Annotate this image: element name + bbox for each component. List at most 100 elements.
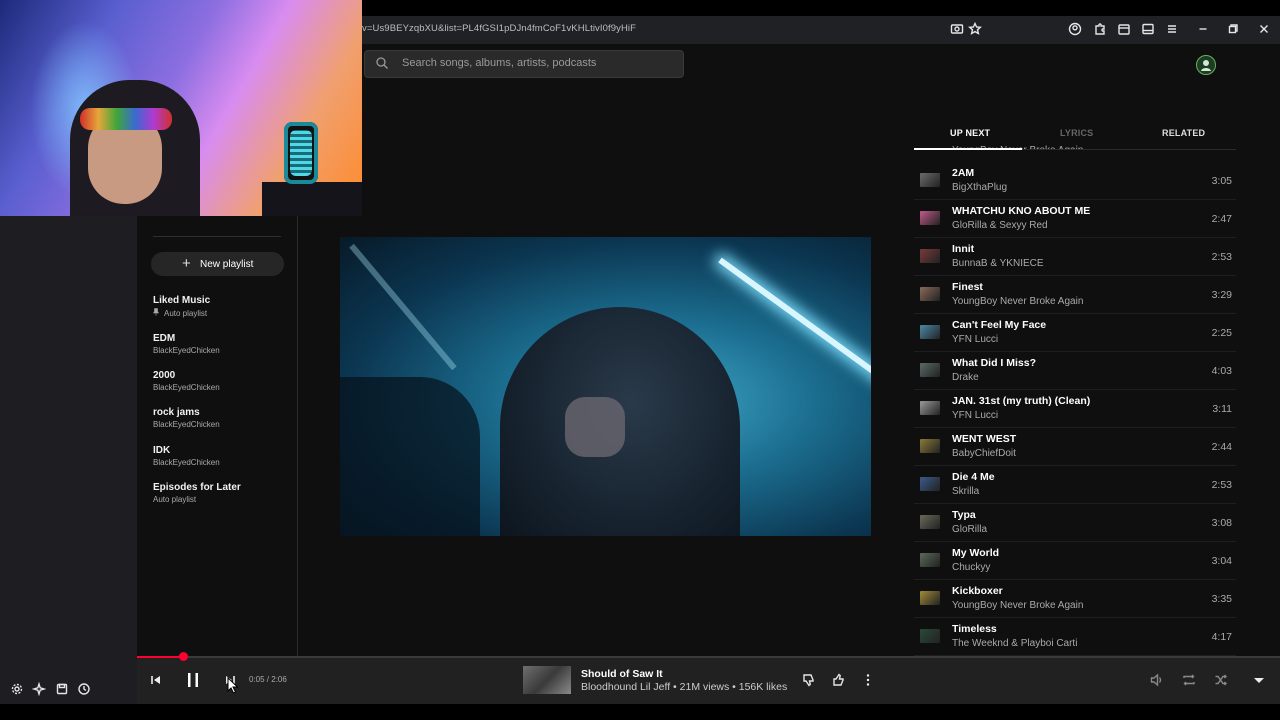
queue-item-title: Innit (952, 243, 975, 255)
queue-item-thumbnail[interactable] (920, 515, 940, 529)
queue-item-duration: 2:44 (1211, 441, 1232, 453)
player-bar (137, 656, 1280, 704)
queue-item-artist: Chuckyy (952, 562, 991, 573)
avatar[interactable] (1196, 55, 1216, 75)
tab-up-next[interactable]: UP NEXT (950, 128, 990, 138)
minimize-icon[interactable] (1196, 22, 1210, 36)
queue-item[interactable]: What Did I Miss? Drake 4:03 (914, 351, 1236, 390)
webcam-mic-grille (290, 130, 312, 176)
account-icon[interactable] (1068, 22, 1082, 36)
queue-item-thumbnail[interactable] (920, 325, 940, 339)
queue-item[interactable]: Finest YoungBoy Never Broke Again 3:29 (914, 275, 1236, 314)
now-playing-meta[interactable]: Bloodhound Lil Jeff • 21M views • 156K l… (581, 681, 787, 693)
queue-item-thumbnail[interactable] (920, 591, 940, 605)
extensions-icon[interactable] (1093, 22, 1107, 36)
playlist-rock-jams[interactable]: rock jams (153, 407, 200, 418)
queue-item[interactable]: Die 4 Me Skrilla 2:53 (914, 465, 1236, 504)
time-display: 0:05 / 2:06 (249, 675, 287, 684)
queue-item-title: 2AM (952, 167, 975, 179)
close-icon[interactable] (1257, 22, 1271, 36)
progress-fill (137, 656, 183, 658)
bookmark-star-icon[interactable] (968, 21, 982, 36)
queue-item-duration: 2:53 (1211, 251, 1232, 263)
downloads-icon[interactable] (1117, 22, 1131, 36)
sparkle-icon[interactable] (31, 681, 47, 701)
screenshot-icon[interactable] (950, 22, 964, 36)
restore-icon[interactable] (1226, 22, 1240, 36)
tab-lyrics[interactable]: LYRICS (1060, 128, 1093, 138)
plus-icon: + (182, 255, 191, 272)
queue-item[interactable]: Kickboxer YoungBoy Never Broke Again 3:35 (914, 579, 1236, 618)
search-icon[interactable] (375, 56, 389, 70)
playlist-2000[interactable]: 2000 (153, 370, 175, 381)
queue-item-thumbnail[interactable] (920, 363, 940, 377)
playlist-liked-music[interactable]: Liked Music (153, 295, 210, 306)
like-icon[interactable] (831, 672, 847, 693)
queue-item-artist: BigXthaPlug (952, 182, 1008, 193)
video-shadow (340, 377, 480, 536)
now-playing-title[interactable]: Should of Saw It (581, 668, 663, 680)
sidebar-divider (153, 236, 281, 237)
menu-icon[interactable] (1165, 22, 1179, 36)
queue-item-thumbnail[interactable] (920, 439, 940, 453)
queue-item-artist: YFN Lucci (952, 410, 999, 421)
queue-item-thumbnail[interactable] (920, 287, 940, 301)
webcam-bandana (80, 108, 172, 130)
queue-item-duration: 4:17 (1211, 631, 1232, 643)
queue-item-artist: Skrilla (952, 486, 980, 497)
queue-item[interactable]: Innit BunnaB & YKNIECE 2:53 (914, 237, 1236, 276)
queue-item[interactable]: WHATCHU KNO ABOUT ME GloRilla & Sexyy Red… (914, 199, 1236, 238)
playlist-subtitle: BlackEyedChicken (153, 346, 220, 355)
video-player[interactable] (340, 237, 871, 536)
queue-item[interactable]: 2AM BigXthaPlug 3:05 (914, 161, 1236, 200)
queue-item[interactable]: JAN. 31st (my truth) (Clean) YFN Lucci 3:1… (914, 389, 1236, 428)
queue-item-duration: 2:53 (1211, 479, 1232, 491)
queue-item-title: My World (952, 547, 1000, 559)
progress-track[interactable] (137, 656, 1280, 658)
playlist-subtitle: BlackEyedChicken (153, 383, 220, 392)
gear-icon[interactable] (10, 682, 24, 701)
dislike-icon[interactable] (801, 672, 817, 693)
queue-item[interactable]: My World Chuckyy 3:04 (914, 541, 1236, 580)
clock-icon[interactable] (77, 682, 91, 701)
tab-related[interactable]: RELATED (1162, 128, 1205, 138)
webcam-overlay (0, 0, 362, 216)
playlist-edm[interactable]: EDM (153, 333, 175, 344)
progress-knob[interactable] (179, 652, 188, 661)
queue-item-thumbnail[interactable] (920, 553, 940, 567)
sidebar-toggle-icon[interactable] (1141, 22, 1155, 36)
queue-item-title: Die 4 Me (952, 471, 995, 483)
expand-player-icon[interactable] (1251, 672, 1267, 693)
playlist-episodes-for-later[interactable]: Episodes for Later (153, 482, 241, 493)
playlist-idk[interactable]: IDK (153, 445, 170, 456)
queue-item-artist: GloRilla & Sexyy Red (952, 220, 1048, 231)
volume-icon[interactable] (1149, 672, 1165, 693)
queue-item[interactable]: Can't Feel My Face YFN Lucci 2:25 (914, 313, 1236, 352)
pause-icon[interactable] (184, 671, 202, 689)
queue-item-artist: GloRilla (952, 524, 988, 535)
queue-item-thumbnail[interactable] (920, 211, 940, 225)
video-light-beam (349, 243, 457, 371)
more-options-icon[interactable] (860, 672, 876, 693)
queue-item[interactable]: WENT WEST BabyChiefDoit 2:44 (914, 427, 1236, 466)
queue-item-thumbnail[interactable] (920, 401, 940, 415)
queue-item-artist: BabyChiefDoit (952, 448, 1016, 459)
address-bar[interactable]: v=Us9BEYzqbXU&list=PL4fGSI1pDJn4fmCoF1vK… (362, 23, 636, 34)
shuffle-icon[interactable] (1213, 672, 1229, 693)
queue-item-duration: 3:05 (1211, 175, 1232, 187)
queue-item-thumbnail[interactable] (920, 629, 940, 643)
queue-item-thumbnail[interactable] (920, 249, 940, 263)
queue-item[interactable]: Typa GloRilla 3:08 (914, 503, 1236, 542)
search-input-placeholder[interactable]: Search songs, albums, artists, podcasts (402, 57, 596, 69)
now-playing-thumbnail[interactable] (523, 666, 571, 694)
previous-track-icon[interactable] (147, 671, 165, 689)
save-icon[interactable] (55, 682, 69, 701)
queue-item-thumbnail[interactable] (920, 477, 940, 491)
queue-item-artist: BunnaB & YKNIECE (952, 258, 1044, 269)
queue-item[interactable]: Timeless The Weeknd & Playboi Carti 4:17 (914, 617, 1236, 656)
queue-item-artist: YoungBoy Never Broke Again (952, 600, 1084, 611)
new-playlist-label: New playlist (200, 259, 254, 270)
queue-item-thumbnail[interactable] (920, 173, 940, 187)
queue-item-title: Finest (952, 281, 983, 293)
repeat-icon[interactable] (1181, 672, 1197, 693)
